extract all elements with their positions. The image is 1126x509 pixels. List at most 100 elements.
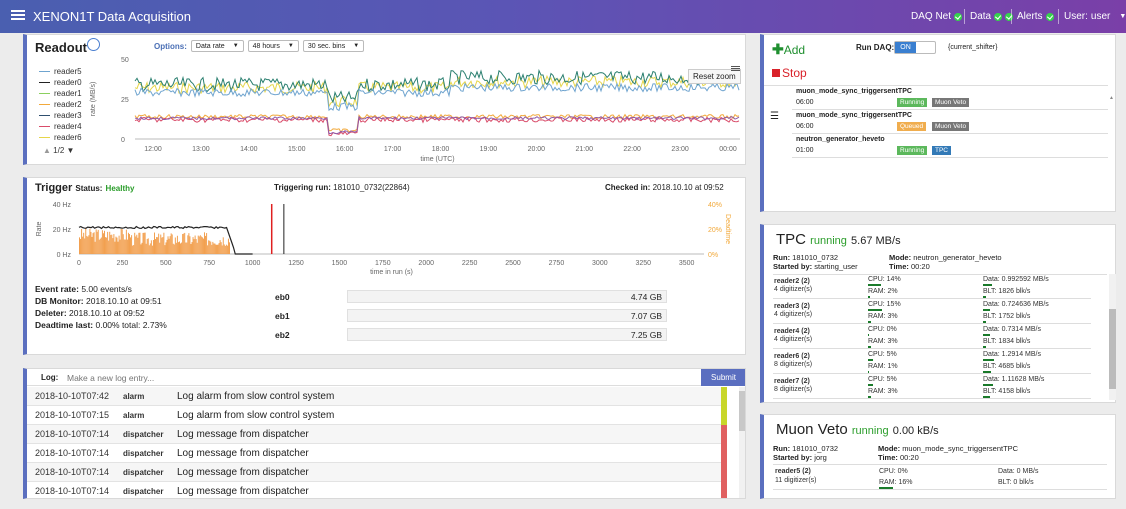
queue-panel: ✚Add Run DAQ: ON {current_shifter} Stop … [760, 34, 1116, 212]
deadtime-bar [81, 228, 83, 254]
deadtime-bar [198, 236, 200, 254]
log-scrollbar[interactable] [739, 387, 745, 498]
legend-item[interactable]: reader4 [39, 121, 82, 132]
deadtime-bar [143, 232, 145, 254]
x-tick-label: 15:00 [288, 146, 306, 153]
queue-scrollbar[interactable]: ▲ [1109, 86, 1116, 126]
alerts-status[interactable]: Alerts [1017, 11, 1054, 22]
bin-value: 30 sec. bins [307, 42, 346, 50]
user-menu[interactable]: User: user ▼ [1064, 11, 1126, 22]
reader-cpu: CPU: 5% [868, 351, 897, 358]
log-row[interactable]: 2018-10-10T07:14 dispatcher Log message fr… [27, 463, 727, 482]
trigger-chart[interactable]: 40 Hz 20 Hz 0 Hz 40% 20% 0% Rate Deadtime 0 250 50… [29, 198, 745, 288]
deadtime-value: 0.00% total: 2.73% [95, 320, 167, 330]
refresh-icon[interactable] [87, 38, 100, 51]
readout-panel: Readout Options: Data rate ▼ 48 hours ▼ 30… [23, 34, 746, 165]
x-tick-label: 1750 [375, 260, 391, 267]
blt-bar [983, 371, 991, 373]
eventbuilder-name: eb1 [275, 311, 290, 321]
right-tick-label: 20% [708, 227, 722, 234]
tpc-reader-row[interactable]: reader6 (2) 8 digitizer(s) CPU: 5% RAM: 1% D… [773, 350, 1091, 374]
tpc-reader-row[interactable]: reader7 (2) 8 digitizer(s) CPU: 5% RAM: 3% D… [773, 375, 1091, 399]
legend-item[interactable]: reader6 [39, 132, 82, 143]
deadtime-bar [126, 239, 128, 254]
tpc-reader-row[interactable]: reader4 (2) 4 digitizer(s) CPU: 0% RAM: 3% D… [773, 325, 1091, 349]
tpc-reader-row[interactable]: reader2 (2) 4 digitizer(s) CPU: 14% RAM: 2%… [773, 275, 1091, 299]
deadtime-bar [97, 229, 99, 254]
x-tick-label: 3250 [635, 260, 651, 267]
reader-blt: BLT: 0 blk/s [998, 479, 1034, 486]
queue-item[interactable]: muon_mode_sync_triggersentTPC 06:00 Runnin… [792, 86, 1108, 110]
legend-pager[interactable]: ▲ 1/2 ▼ [43, 146, 74, 155]
tpc-reader-row[interactable]: reader3 (2) 4 digitizer(s) CPU: 15% RAM: 3%… [773, 300, 1091, 324]
check-icon [1045, 12, 1054, 21]
started-value: jorg [814, 453, 827, 462]
deadtime-bar [190, 244, 192, 254]
current-shifter: {current_shifter} [948, 44, 998, 51]
reader-digitizers: 8 digitizer(s) [774, 361, 813, 368]
queue-item[interactable]: muon_mode_sync_triggersentTPC 06:00 Queued… [792, 110, 1108, 134]
log-user: alarm [123, 391, 145, 401]
mv-reader-row[interactable]: reader5 (2) 11 digitizer(s) CPU: 0% RAM:… [773, 464, 1107, 490]
x-tick-label: 22:00 [623, 146, 641, 153]
stop-button[interactable]: Stop [772, 66, 807, 80]
deadtime-bar [201, 237, 203, 254]
deadtime-bar [208, 240, 210, 254]
deadtime-bar [172, 243, 174, 254]
time-range-select[interactable]: 48 hours ▼ [247, 40, 299, 52]
tpc-scrollbar[interactable] [1109, 274, 1116, 400]
legend-item[interactable]: reader0 [39, 77, 82, 88]
legend-item[interactable]: reader5 [39, 66, 82, 77]
deadtime-bar [229, 242, 230, 254]
deadtime-bar [144, 232, 146, 254]
deadtime-bar [225, 244, 227, 254]
deadtime-bar [120, 228, 122, 254]
db-monitor-label: DB Monitor: [35, 296, 84, 306]
bin-select[interactable]: 30 sec. bins ▼ [302, 40, 365, 52]
run-value: 181010_0732 [792, 444, 839, 453]
legend-item[interactable]: reader1 [39, 88, 82, 99]
run-daq-toggle[interactable]: ON [894, 41, 936, 54]
log-row[interactable]: 2018-10-10T07:15 alarm Log alarm from slow… [27, 406, 727, 425]
deadtime-bar [197, 235, 199, 254]
log-row[interactable]: 2018-10-10T07:14 dispatcher Log message fr… [27, 444, 727, 463]
deadtime-bar [146, 239, 148, 254]
y-tick-label: 0 [121, 137, 125, 144]
reader-ram: RAM: 2% [868, 288, 898, 295]
chart-menu-icon[interactable] [731, 65, 740, 72]
queue-item[interactable]: neutron_generator_heveto 01:00 Running TPC [792, 134, 1108, 158]
x-tick-label: 250 [117, 260, 129, 267]
eventbuilder-bar: 4.74 GB [347, 290, 667, 303]
time-value: 00:20 [899, 453, 919, 462]
arrow-up-icon[interactable]: ▲ [43, 146, 51, 155]
data-status[interactable]: Data [970, 11, 1014, 22]
legend-item[interactable]: reader3 [39, 110, 82, 121]
menu-icon[interactable] [11, 8, 25, 22]
readout-title: Readout [35, 40, 87, 55]
data-bar [983, 384, 993, 386]
log-row[interactable]: 2018-10-10T07:14 dispatcher Log message fr… [27, 482, 727, 498]
drag-handle-icon[interactable]: ☰ [770, 111, 779, 122]
arrow-up-icon[interactable]: ▲ [1109, 95, 1114, 101]
started-label: Started by: [773, 262, 813, 271]
log-row[interactable]: 2018-10-10T07:14 dispatcher Log message fr… [27, 425, 727, 444]
log-row[interactable]: 2018-10-10T07:42 alarm Log alarm from slow… [27, 387, 727, 406]
daq-net-status[interactable]: DAQ Net [911, 11, 963, 22]
time-range-value: 48 hours [252, 42, 280, 50]
arrow-down-icon[interactable]: ▼ [67, 146, 75, 155]
add-button[interactable]: ✚Add [772, 41, 805, 58]
reader-digitizers: 4 digitizer(s) [774, 336, 813, 343]
chart-type-select[interactable]: Data rate ▼ [190, 40, 244, 52]
log-entry-input[interactable] [67, 370, 667, 385]
right-tick-label: 40% [708, 202, 722, 209]
reader-name: reader3 (2) [774, 303, 810, 310]
submit-button[interactable]: Submit [701, 369, 745, 386]
legend-item[interactable]: reader2 [39, 99, 82, 110]
log-priority-bar [721, 463, 727, 482]
readout-chart[interactable]: 50 25 0 rate (MB/s) 12:00 13:00 14:00 15:00 16:0… [87, 55, 747, 165]
trigger-title: Trigger [35, 182, 73, 194]
deadtime-bar [112, 238, 114, 254]
y-tick-label: 40 Hz [53, 202, 72, 209]
top-bar: XENON1T Data Acquisition DAQ Net Data Al… [0, 0, 1126, 33]
deadtime-bar [154, 232, 155, 254]
